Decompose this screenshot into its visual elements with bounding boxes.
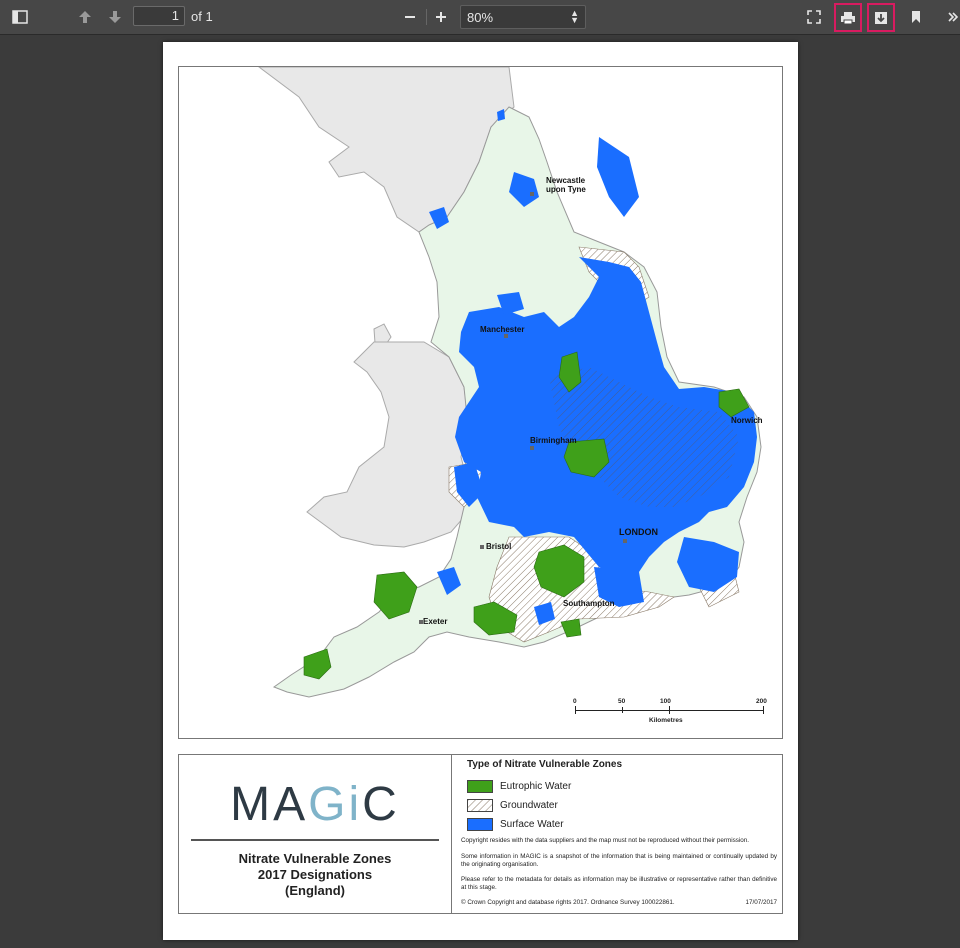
map-title-line: Nitrate Vulnerable Zones — [238, 851, 392, 866]
crown-copyright-row: © Crown Copyright and database rights 20… — [461, 899, 777, 907]
copyright-note: Copyright resides with the data supplier… — [461, 837, 750, 844]
map-title-line: (England) — [285, 883, 345, 898]
print-icon[interactable] — [834, 3, 862, 32]
legend-heading: Type of Nitrate Vulnerable Zones — [467, 759, 623, 770]
scale-tick-mark — [622, 707, 623, 713]
scale-tick-100: 100 — [660, 698, 671, 705]
place-norwich: Norwich — [731, 416, 763, 425]
city-marker — [419, 620, 423, 624]
zoom-value: 80% — [467, 10, 494, 25]
nvz-map — [258, 67, 762, 698]
legend-left-column: MAGiC Nitrate Vulnerable Zones 2017 Desi… — [179, 755, 452, 913]
city-marker — [504, 334, 508, 338]
scale-tick-0: 0 — [573, 698, 577, 705]
legend-item-groundwater: Groundwater — [467, 798, 558, 812]
place-southampton: Southampton — [563, 599, 615, 608]
download-icon[interactable] — [867, 3, 895, 32]
pdf-page: Newcastle upon Tyne Manchester Norwich B… — [163, 42, 798, 940]
magic-logo: MAGiC — [230, 778, 400, 831]
zoom-select[interactable]: 80% ▲ ▼ — [460, 5, 586, 29]
logo-divider — [191, 839, 439, 841]
plus-icon[interactable] — [432, 6, 450, 28]
place-bristol: Bristol — [486, 542, 512, 551]
sidebar-toggle-icon[interactable] — [10, 6, 30, 28]
metadata-note: Please refer to the metadata for details… — [461, 876, 777, 891]
fullscreen-icon[interactable] — [805, 6, 823, 28]
arrow-down-icon[interactable] — [105, 6, 125, 28]
select-arrows-icon: ▲ ▼ — [570, 8, 579, 25]
wales-landmass — [306, 341, 470, 548]
map-title: Nitrate Vulnerable Zones 2017 Designatio… — [179, 851, 451, 899]
legend-label: Groundwater — [500, 799, 558, 811]
city-marker — [480, 545, 484, 549]
legend-item-surface: Surface Water — [467, 817, 564, 831]
more-tools-icon[interactable] — [945, 6, 960, 28]
place-exeter: Exeter — [423, 617, 448, 626]
crown-copyright: © Crown Copyright and database rights 20… — [461, 899, 675, 906]
scale-tick-200: 200 — [756, 698, 767, 705]
map-frame: Newcastle upon Tyne Manchester Norwich B… — [178, 66, 783, 739]
legend-label: Surface Water — [500, 818, 564, 830]
place-manchester: Manchester — [480, 325, 525, 334]
map-title-line: 2017 Designations — [257, 867, 373, 882]
page-number-input[interactable]: 1 — [133, 6, 185, 26]
pdf-toolbar: 1 of 1 80% ▲ ▼ — [0, 0, 960, 35]
map-date: 17/07/2017 — [745, 899, 777, 906]
place-newcastle-label: Newcastle upon Tyne — [546, 176, 586, 194]
snapshot-note: Some information in MAGIC is a snapshot … — [461, 853, 777, 868]
city-marker — [623, 539, 627, 543]
city-marker — [530, 192, 534, 196]
page-count-label: of 1 — [191, 9, 213, 24]
legend-frame: MAGiC Nitrate Vulnerable Zones 2017 Desi… — [178, 754, 783, 914]
eutrophic-swatch — [467, 779, 493, 793]
place-newcastle: Newcastle upon Tyne — [546, 176, 586, 194]
bookmark-icon[interactable] — [908, 6, 924, 28]
scale-tick-mark — [763, 706, 764, 714]
surface-water-zone — [597, 137, 639, 217]
toolbar-separator — [426, 9, 427, 25]
legend-item-eutrophic: Eutrophic Water — [467, 779, 571, 793]
arrow-up-icon[interactable] — [75, 6, 95, 28]
legend-label: Eutrophic Water — [500, 780, 572, 792]
scale-unit: Kilometres — [649, 717, 683, 724]
surface-swatch — [467, 817, 493, 831]
place-birmingham: Birmingham — [530, 436, 577, 445]
groundwater-swatch — [467, 798, 493, 812]
minus-icon[interactable] — [401, 6, 419, 28]
city-marker — [530, 446, 534, 450]
scale-tick-mark — [669, 706, 670, 714]
scale-tick-mark — [575, 706, 576, 714]
scale-tick-50: 50 — [618, 698, 626, 705]
place-london: LONDON — [619, 527, 658, 537]
eutrophic-zone — [560, 618, 582, 638]
